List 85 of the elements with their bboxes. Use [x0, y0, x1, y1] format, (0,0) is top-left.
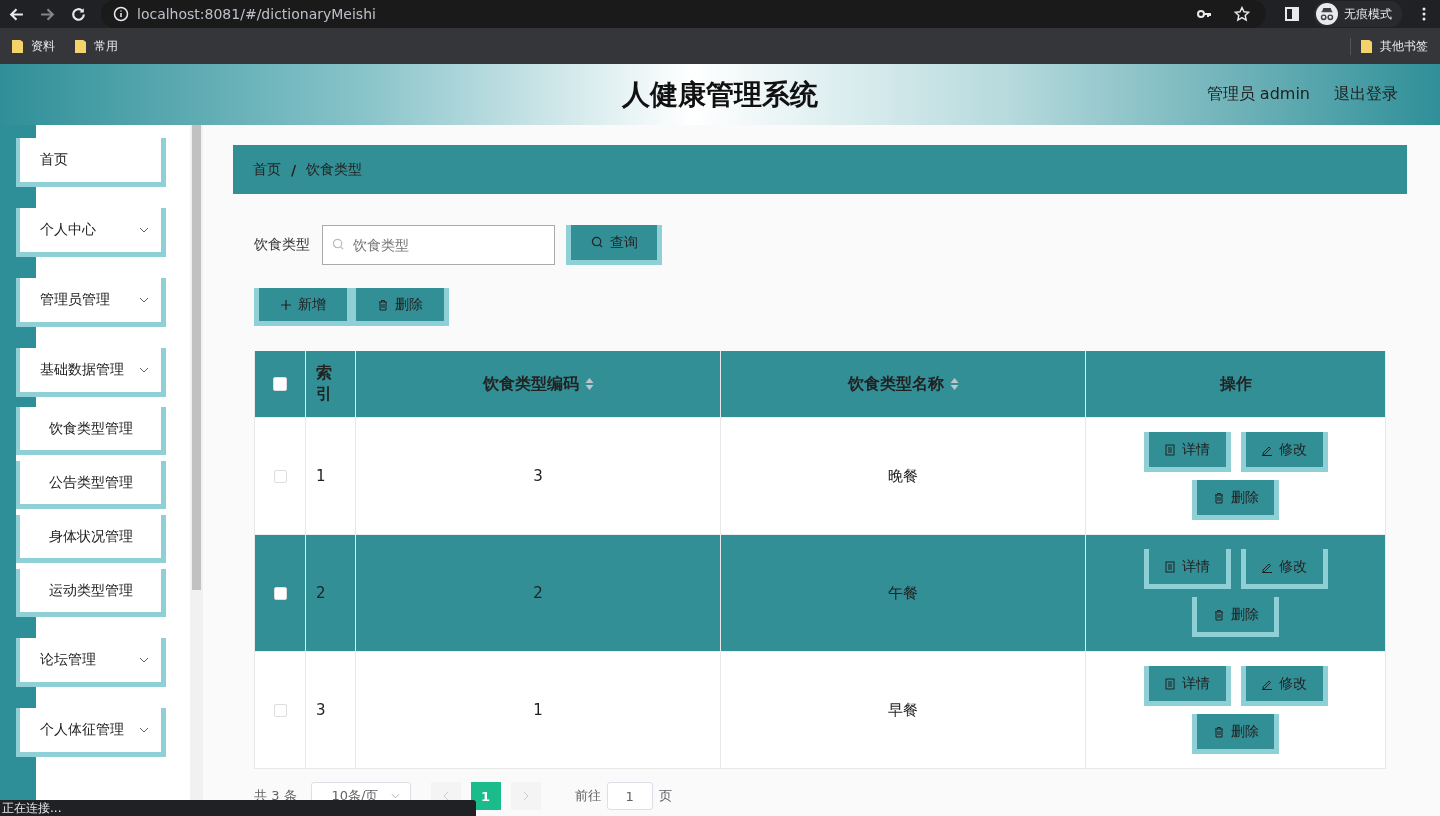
status-tooltip: 正在连接...	[0, 800, 476, 816]
delete-button[interactable]: 删除	[1192, 597, 1279, 637]
chevron-icon	[139, 227, 149, 233]
bookmark-folder[interactable]: 资料	[12, 37, 55, 55]
table-cell: 晚餐	[888, 466, 918, 486]
document-icon	[1164, 443, 1176, 456]
delete-button[interactable]: 删除	[1192, 480, 1279, 520]
breadcrumb-separator: /	[291, 161, 297, 178]
detail-button[interactable]: 详情	[1143, 549, 1231, 589]
edit-button[interactable]: 修改	[1240, 432, 1328, 472]
row-checkbox[interactable]	[273, 703, 287, 717]
chevron-icon	[139, 727, 149, 733]
bookmark-folder[interactable]: 其他书签	[1361, 37, 1428, 55]
table-cell: 2	[533, 584, 543, 602]
search-button[interactable]: 查询	[566, 225, 662, 265]
delete-button[interactable]: 删除	[1192, 714, 1279, 754]
page-number-field[interactable]: 1	[606, 782, 653, 810]
table-cell: 2	[316, 584, 326, 602]
detail-button[interactable]: 详情	[1143, 432, 1231, 472]
table-cell: 3	[316, 701, 326, 719]
submenu-item[interactable]: 身体状况管理	[16, 515, 166, 563]
menu-item[interactable]: 个人体征管理	[16, 708, 166, 757]
edit-button[interactable]: 修改	[1240, 666, 1328, 706]
search-field[interactable]: 饮食类型	[322, 225, 555, 265]
trash-icon	[377, 298, 389, 311]
goto-label: 前往	[574, 787, 601, 805]
delete-button[interactable]: 删除	[356, 288, 444, 321]
url-text: localhost:8081/#/dictionaryMeishi	[137, 6, 376, 22]
side-panel-icon[interactable]	[1284, 6, 1300, 22]
chevron-right-icon	[522, 791, 529, 801]
menu-item[interactable]: 管理员管理	[16, 278, 166, 327]
submenu-item[interactable]: 运动类型管理	[16, 569, 166, 617]
incognito-icon	[1316, 3, 1338, 25]
select-all-checkbox[interactable]	[273, 377, 287, 391]
search-icon	[590, 236, 604, 249]
submenu-item[interactable]: 公告类型管理	[16, 461, 166, 509]
incognito-chip[interactable]: 无痕模式	[1314, 1, 1402, 27]
trash-icon	[1212, 491, 1225, 504]
chevron-icon	[139, 297, 149, 303]
table-cell: 1	[316, 467, 326, 485]
search-icon	[332, 238, 345, 251]
submenu-item[interactable]: 饮食类型管理	[16, 407, 166, 455]
table-cell: 午餐	[888, 583, 918, 603]
trash-icon	[1212, 608, 1225, 621]
breadcrumb-item: 饮食类型	[306, 160, 363, 179]
folder-icon	[12, 39, 23, 53]
menu-item[interactable]: 基础数据管理	[16, 348, 166, 397]
detail-button[interactable]: 详情	[1143, 666, 1231, 706]
folder-icon	[75, 39, 86, 53]
add-button[interactable]: 新增	[259, 288, 347, 321]
reload-icon[interactable]	[70, 5, 87, 23]
chevron-icon	[139, 367, 149, 373]
trash-icon	[1212, 725, 1225, 738]
table-cell: 3	[533, 467, 543, 485]
column-header: 索引	[316, 363, 332, 405]
edit-button[interactable]: 修改	[1240, 549, 1328, 589]
star-icon[interactable]	[1234, 6, 1250, 22]
logout-link[interactable]: 退出登录	[1334, 84, 1398, 105]
address-bar[interactable]: localhost:8081/#/dictionaryMeishi	[101, 0, 1266, 28]
field-label: 饮食类型	[254, 236, 310, 254]
menu-item[interactable]: 首页	[16, 138, 166, 187]
chevron-icon	[139, 657, 149, 663]
column-header: 操作	[1219, 373, 1252, 395]
row-checkbox[interactable]	[273, 469, 287, 483]
table-row[interactable]: 3 1 早餐 详情 修改 删除	[255, 651, 1385, 768]
document-icon	[1164, 677, 1176, 690]
app-title: 人健康管理系统	[622, 76, 818, 113]
column-header[interactable]: 饮食类型编码	[482, 373, 579, 395]
table-row[interactable]: 2 2 午餐 详情 修改 删除	[255, 534, 1385, 651]
user-label: 管理员 admin	[1206, 84, 1310, 105]
document-icon	[1164, 560, 1176, 573]
column-header[interactable]: 饮食类型名称	[847, 373, 944, 395]
page-suffix: 页	[658, 787, 672, 805]
row-checkbox[interactable]	[273, 586, 287, 600]
table-row[interactable]: 1 3 晚餐 详情 修改 删除	[255, 417, 1385, 534]
chevron-icon	[390, 793, 400, 799]
folder-icon	[1361, 39, 1372, 53]
plus-icon	[280, 298, 292, 311]
bookmark-folder[interactable]: 常用	[75, 37, 118, 55]
table-cell: 1	[533, 701, 543, 719]
breadcrumb-item[interactable]: 首页	[253, 160, 281, 179]
info-icon[interactable]	[113, 6, 129, 22]
menu-item[interactable]: 论坛管理	[16, 638, 166, 687]
table-cell: 早餐	[888, 700, 918, 720]
menu-item[interactable]: 个人中心	[16, 208, 166, 257]
